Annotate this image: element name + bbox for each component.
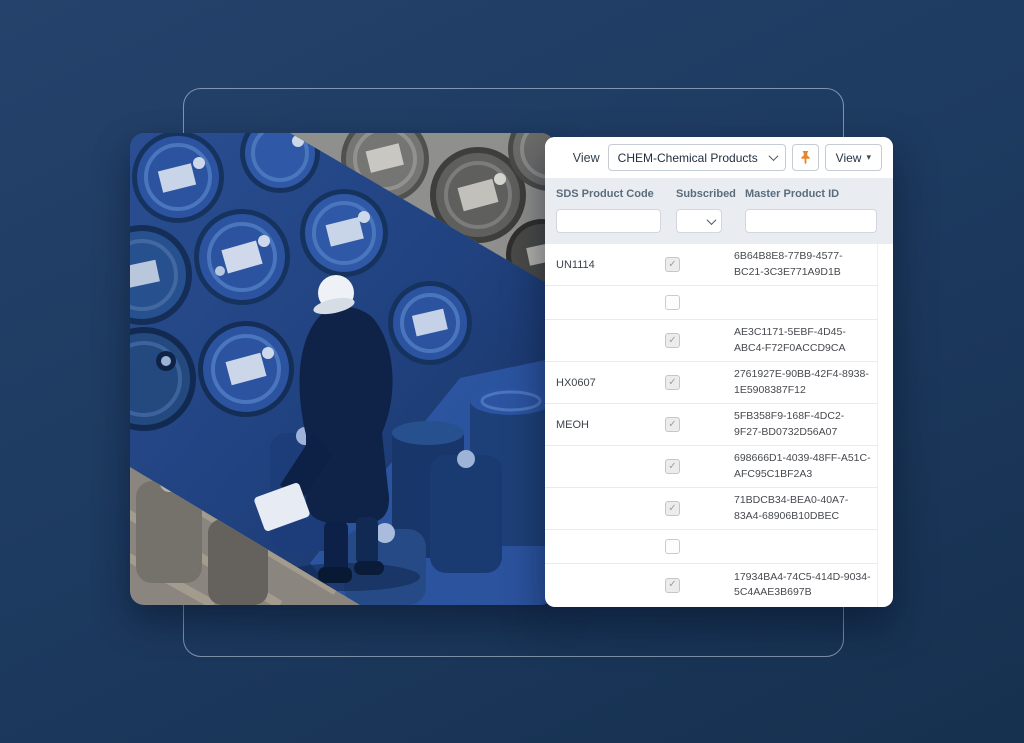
chemical-drums-photo	[130, 133, 555, 605]
subscribed-cell: ✓	[665, 333, 734, 348]
grid-toolbar: View CHEM-Chemical Products View ▾	[545, 137, 893, 178]
table-row[interactable]	[545, 530, 877, 564]
master-product-id-cell: 698666D1-4039-48FF-A51C-AFC95C1BF2A3	[734, 451, 877, 481]
subscribed-checkbox[interactable]: ✓	[665, 333, 680, 348]
table-row[interactable]: UN1114 ✓ 6B64B8E8-77B9-4577-BC21-3C3E771…	[545, 244, 877, 286]
subscribed-checkbox[interactable]: ✓	[665, 257, 680, 272]
sds-product-code-cell: UN1114	[545, 259, 665, 271]
subscribed-checkbox[interactable]: ✓	[665, 578, 680, 593]
subscribed-cell	[665, 539, 734, 554]
table-row[interactable]: ✓ 17934BA4-74C5-414D-9034-5C4AAE3B697B	[545, 564, 877, 606]
grid-body: UN1114 ✓ 6B64B8E8-77B9-4577-BC21-3C3E771…	[545, 244, 893, 607]
column-header-sds-product-code: SDS Product Code	[556, 188, 676, 200]
table-row[interactable]	[545, 286, 877, 320]
sds-product-code-cell: HX0607	[545, 377, 665, 389]
table-row[interactable]: ✓ 71BDCB34-BEA0-40A7-83A4-68906B10DBEC	[545, 488, 877, 530]
view-select-value: CHEM-Chemical Products	[618, 151, 758, 165]
pushpin-icon	[798, 150, 813, 165]
master-product-id-cell: 2761927E-90BB-42F4-8938-1E5908387F12	[734, 367, 877, 397]
subscribed-checkbox[interactable]	[665, 295, 680, 310]
app-background: View CHEM-Chemical Products View ▾ SDS P…	[0, 0, 1024, 743]
master-product-id-cell: 6B64B8E8-77B9-4577-BC21-3C3E771A9D1B	[734, 249, 877, 279]
pin-view-button[interactable]	[792, 144, 819, 171]
filter-input-master-product-id[interactable]	[745, 209, 877, 233]
filter-input-sds-product-code[interactable]	[556, 209, 661, 233]
master-product-id-cell: AE3C1171-5EBF-4D45-ABC4-F72F0ACCD9CA	[734, 325, 877, 355]
subscribed-cell: ✓	[665, 375, 734, 390]
caret-down-icon: ▾	[866, 153, 871, 162]
view-select[interactable]: CHEM-Chemical Products	[608, 144, 786, 171]
column-header-subscribed: Subscribed	[676, 188, 745, 200]
view-label: View	[573, 151, 600, 165]
subscribed-cell: ✓	[665, 501, 734, 516]
product-table-body: UN1114 ✓ 6B64B8E8-77B9-4577-BC21-3C3E771…	[545, 244, 878, 607]
table-row[interactable]: ✓ AE3C1171-5EBF-4D45-ABC4-F72F0ACCD9CA	[545, 320, 877, 362]
subscribed-cell: ✓	[665, 578, 734, 593]
subscribed-cell: ✓	[665, 459, 734, 474]
filter-row	[556, 209, 882, 233]
subscribed-checkbox[interactable]: ✓	[665, 459, 680, 474]
subscribed-checkbox[interactable]	[665, 539, 680, 554]
subscribed-cell: ✓	[665, 257, 734, 272]
subscribed-checkbox[interactable]: ✓	[665, 375, 680, 390]
view-menu-button[interactable]: View ▾	[825, 144, 882, 171]
filter-select-subscribed[interactable]	[676, 209, 722, 233]
view-menu-label: View	[836, 151, 862, 165]
master-product-id-cell: 17934BA4-74C5-414D-9034-5C4AAE3B697B	[734, 570, 877, 600]
subscribed-cell: ✓	[665, 417, 734, 432]
product-grid-panel: View CHEM-Chemical Products View ▾ SDS P…	[545, 137, 893, 607]
chevron-down-icon	[768, 151, 778, 161]
subscribed-checkbox[interactable]: ✓	[665, 501, 680, 516]
master-product-id-cell: 71BDCB34-BEA0-40A7-83A4-68906B10DBEC	[734, 493, 877, 523]
master-product-id-cell: 5FB358F9-168F-4DC2-9F27-BD0732D56A07	[734, 409, 877, 439]
subscribed-cell	[665, 295, 734, 310]
sds-product-code-cell: MEOH	[545, 419, 665, 431]
table-row[interactable]: MEOH ✓ 5FB358F9-168F-4DC2-9F27-BD0732D56…	[545, 404, 877, 446]
column-header-master-product-id: Master Product ID	[745, 188, 882, 200]
chevron-down-icon	[707, 215, 717, 225]
table-row[interactable]: ✓ 698666D1-4039-48FF-A51C-AFC95C1BF2A3	[545, 446, 877, 488]
table-row[interactable]: HX0607 ✓ 2761927E-90BB-42F4-8938-1E59083…	[545, 362, 877, 404]
subscribed-checkbox[interactable]: ✓	[665, 417, 680, 432]
grid-header: SDS Product Code Subscribed Master Produ…	[545, 178, 893, 244]
